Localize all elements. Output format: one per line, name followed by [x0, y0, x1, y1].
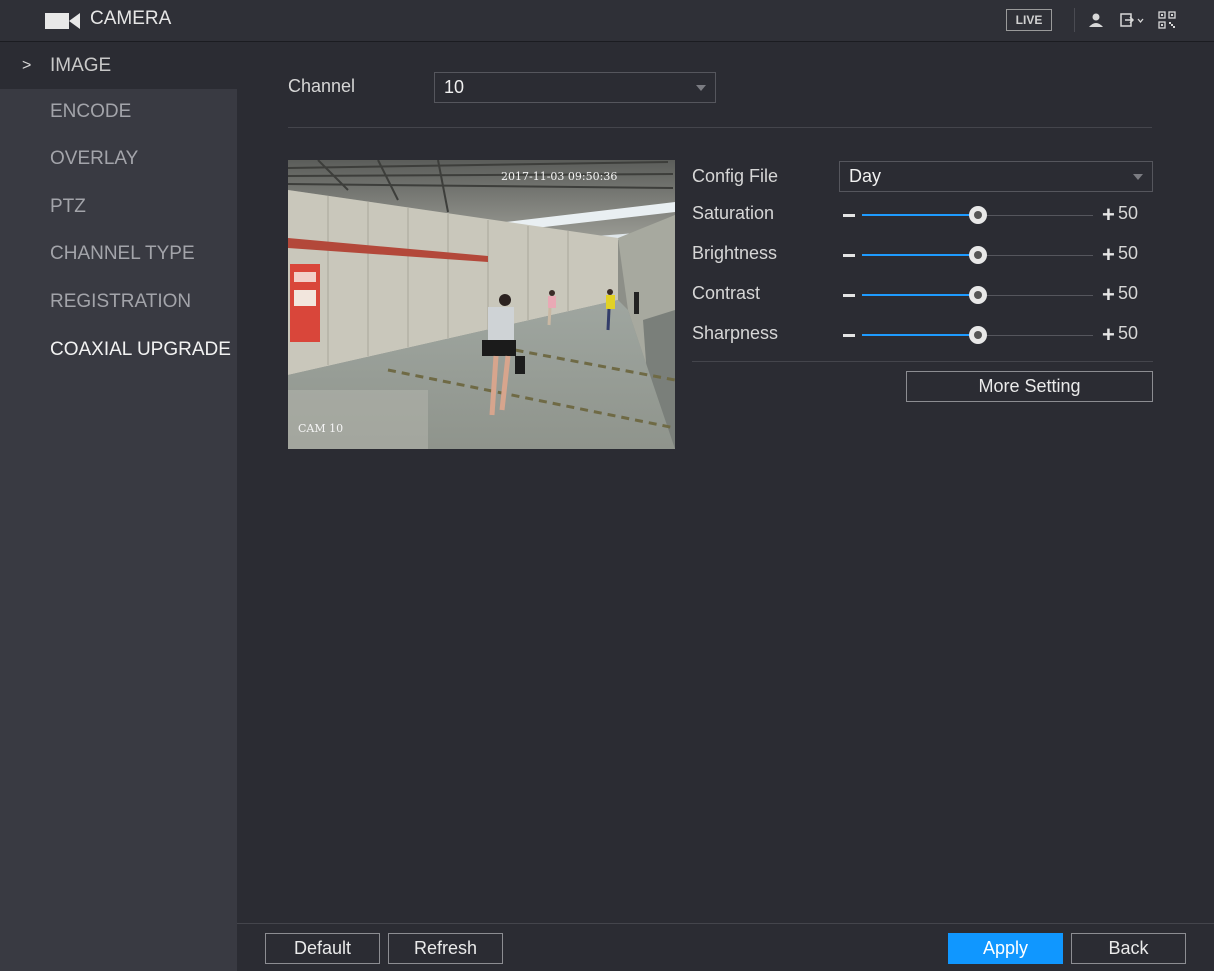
slider-track-sharpness[interactable] — [862, 326, 1093, 344]
default-button[interactable]: Default — [265, 933, 380, 964]
plus-icon[interactable]: + — [1102, 204, 1115, 226]
top-bar: CAMERA LIVE — [0, 0, 1214, 42]
slider-label-contrast: Contrast — [692, 283, 761, 303]
sidebar-item-label: REGISTRATION — [50, 291, 192, 312]
sidebar-item-overlay[interactable]: OVERLAY — [0, 136, 237, 182]
sidebar-item-label: OVERLAY — [50, 148, 139, 169]
sidebar-item-coaxial-upgrade[interactable]: COAXIAL UPGRADE — [0, 327, 237, 373]
plus-icon[interactable]: + — [1102, 284, 1115, 306]
config-file-value: Day — [849, 166, 882, 186]
config-file-label: Config File — [692, 166, 779, 186]
channel-select[interactable]: 10 — [434, 72, 716, 103]
sidebar-item-image[interactable]: > IMAGE — [0, 43, 237, 89]
divider — [1074, 8, 1075, 32]
refresh-button[interactable]: Refresh — [388, 933, 503, 964]
minus-icon[interactable] — [843, 214, 855, 217]
sidebar-item-ptz[interactable]: PTZ — [0, 184, 237, 230]
preview-image — [288, 160, 675, 449]
minus-icon[interactable] — [843, 334, 855, 337]
slider-track-brightness[interactable] — [862, 246, 1093, 264]
dropdown-arrow-icon — [696, 85, 706, 91]
slider-track-saturation[interactable] — [862, 206, 1093, 224]
slider-thumb[interactable] — [968, 246, 987, 264]
divider — [288, 127, 1152, 128]
live-button[interactable]: LIVE — [1006, 9, 1052, 31]
sidebar-item-channel-type[interactable]: CHANNEL TYPE — [0, 231, 237, 277]
minus-icon[interactable] — [843, 294, 855, 297]
preview-camera-name: CAM 10 — [298, 422, 344, 435]
sidebar-item-encode[interactable]: ENCODE — [0, 89, 237, 135]
channel-value: 10 — [444, 77, 465, 97]
slider-label-sharpness: Sharpness — [692, 323, 779, 343]
slider-fill — [862, 294, 978, 296]
sidebar-item-registration[interactable]: REGISTRATION — [0, 279, 237, 325]
slider-value: 50 — [1118, 203, 1139, 223]
logout-icon[interactable] — [1120, 12, 1144, 28]
plus-icon[interactable]: + — [1102, 324, 1115, 346]
slider-thumb[interactable] — [968, 286, 987, 304]
slider-value: 50 — [1118, 243, 1139, 263]
slider-thumb[interactable] — [968, 326, 987, 344]
back-button[interactable]: Back — [1071, 933, 1186, 964]
camera-preview: 2017-11-03 09:50:36 CAM 10 — [288, 160, 675, 449]
sidebar-item-label: IMAGE — [50, 55, 112, 76]
minus-icon[interactable] — [843, 254, 855, 257]
more-setting-button[interactable]: More Setting — [906, 371, 1153, 402]
slider-value: 50 — [1118, 283, 1139, 303]
slider-value: 50 — [1118, 323, 1139, 343]
sidebar-item-label: COAXIAL UPGRADE — [50, 339, 231, 360]
sidebar-item-label: CHANNEL TYPE — [50, 243, 195, 264]
preview-timestamp: 2017-11-03 09:50:36 — [501, 170, 618, 183]
slider-fill — [862, 334, 978, 336]
apply-button[interactable]: Apply — [948, 933, 1063, 964]
slider-track-contrast[interactable] — [862, 286, 1093, 304]
main-panel: Channel 10 2017-11-03 09:50:36 CAM 10 Co… — [237, 43, 1214, 923]
user-icon[interactable] — [1088, 12, 1104, 28]
slider-fill — [862, 214, 978, 216]
dropdown-arrow-icon — [1133, 174, 1143, 180]
channel-label: Channel — [288, 76, 356, 96]
slider-thumb[interactable] — [968, 206, 987, 224]
chevron-right-icon: > — [22, 57, 32, 74]
divider — [692, 361, 1153, 362]
slider-label-brightness: Brightness — [692, 243, 778, 263]
sidebar: > IMAGE ENCODE OVERLAY PTZ CHANNEL TYPE … — [0, 43, 237, 971]
sidebar-item-label: PTZ — [50, 196, 86, 217]
page-title: CAMERA — [90, 8, 172, 29]
plus-icon[interactable]: + — [1102, 244, 1115, 266]
slider-label-saturation: Saturation — [692, 203, 775, 223]
slider-fill — [862, 254, 978, 256]
config-file-select[interactable]: Day — [839, 161, 1153, 192]
bottom-bar: Default Refresh Apply Back — [237, 923, 1214, 971]
camera-icon — [45, 13, 80, 29]
qr-code-icon[interactable] — [1158, 11, 1176, 29]
sidebar-item-label: ENCODE — [50, 101, 132, 122]
